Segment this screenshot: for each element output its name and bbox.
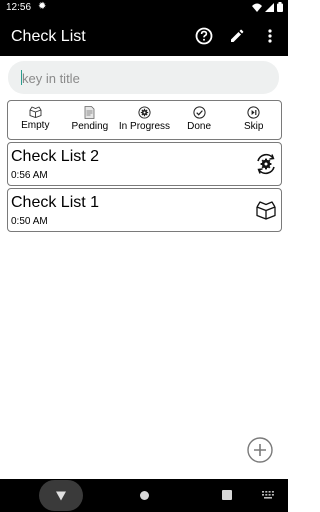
- search-field[interactable]: [8, 61, 282, 96]
- filter-skip[interactable]: Skip: [226, 101, 281, 139]
- item-title: Check List 2: [11, 148, 100, 165]
- home-button[interactable]: [140, 491, 149, 500]
- done-check-icon: [192, 106, 206, 119]
- filter-label: Done: [187, 121, 212, 132]
- battery-icon: [277, 2, 283, 12]
- app-title: Check List: [11, 28, 86, 45]
- filter-label: Skip: [243, 121, 264, 132]
- item-time: 0:56 AM: [11, 170, 48, 181]
- back-triangle-icon: [56, 491, 66, 500]
- filter-pending[interactable]: Pending: [63, 101, 118, 139]
- app-bar: Check List: [0, 16, 288, 56]
- edit-button[interactable]: [226, 25, 248, 47]
- status-bar: 12:56 ✹: [0, 0, 288, 16]
- recents-button[interactable]: [222, 490, 232, 500]
- text-cursor: [21, 70, 22, 85]
- item-status-button[interactable]: [255, 153, 277, 175]
- item-status-button[interactable]: [255, 199, 277, 221]
- filter-done[interactable]: Done: [172, 101, 227, 139]
- item-title: Check List 1: [11, 194, 100, 211]
- filter-label: Empty: [21, 120, 50, 131]
- empty-box-icon: [29, 106, 42, 118]
- help-icon: [195, 27, 213, 45]
- search-input[interactable]: [14, 61, 282, 96]
- in-progress-gear-icon: [138, 106, 151, 119]
- filter-label: In Progress: [118, 121, 171, 132]
- in-progress-gear-icon: [257, 153, 275, 175]
- item-time: 0:50 AM: [11, 216, 48, 227]
- status-time: 12:56: [6, 2, 32, 13]
- filter-in-progress[interactable]: In Progress: [117, 101, 172, 139]
- empty-box-icon: [256, 201, 276, 220]
- more-vert-icon: [268, 29, 272, 43]
- wifi-icon: [252, 3, 262, 12]
- keyboard-icon[interactable]: [262, 491, 274, 499]
- back-button[interactable]: [39, 480, 83, 511]
- list-item[interactable]: Check List 1 0:50 AM: [7, 188, 282, 232]
- edit-pencil-icon: [231, 29, 244, 42]
- status-icons: [252, 2, 283, 12]
- filter-label: Pending: [71, 121, 109, 132]
- add-circle-icon: [247, 437, 273, 463]
- status-filter-bar: Empty Pending In Progress Done Skip: [7, 100, 282, 140]
- add-button[interactable]: [246, 436, 274, 464]
- pending-document-icon: [84, 106, 95, 119]
- list-item[interactable]: Check List 2 0:56 AM: [7, 142, 282, 186]
- more-options-button[interactable]: [259, 25, 281, 47]
- filter-empty[interactable]: Empty: [8, 101, 63, 139]
- cellular-icon: [265, 2, 274, 12]
- help-button[interactable]: [193, 25, 215, 47]
- settings-notification-icon: ✹: [38, 1, 47, 12]
- skip-icon: [247, 106, 260, 119]
